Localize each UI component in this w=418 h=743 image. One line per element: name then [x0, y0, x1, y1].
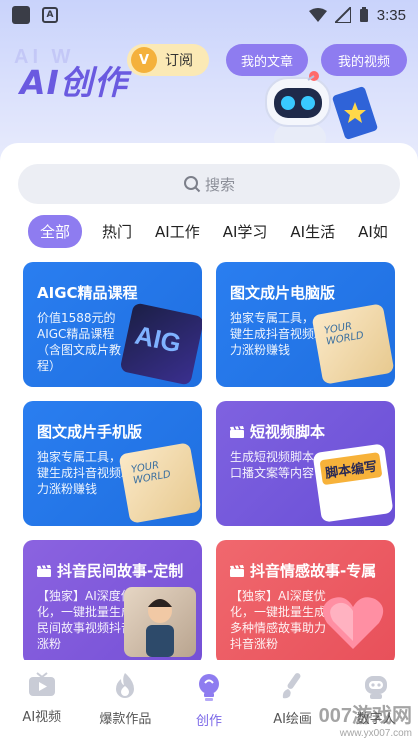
tab-hot[interactable]: 热门	[102, 221, 132, 242]
subscribe-button[interactable]: V 订阅	[127, 44, 209, 76]
nav-item-ai-video[interactable]: AI视频	[0, 660, 84, 743]
nav-label: AI视频	[22, 710, 62, 725]
clapperboard-icon	[230, 565, 244, 577]
clapperboard-icon	[230, 426, 244, 438]
nav-item-hot-works[interactable]: 爆款作品	[84, 660, 168, 743]
card-art-image	[317, 587, 389, 657]
card-title-row: 抖音情感故事-专属	[230, 560, 376, 581]
subscribe-label: 订阅	[165, 53, 193, 69]
signal-icon	[334, 7, 351, 23]
card-title: 图文成片电脑版	[230, 284, 336, 302]
bulb-icon	[198, 674, 219, 701]
app-notification-icon	[12, 6, 30, 24]
card-title-row: 抖音民间故事-定制	[37, 560, 183, 581]
a-notification-icon: A	[42, 7, 58, 23]
card-art-text: 脚本编写	[319, 452, 383, 486]
brush-icon	[282, 673, 301, 699]
card-short-video-script[interactable]: 短视频脚本 生成短视频脚本、口播文案等内容 脚本编写	[216, 401, 395, 526]
watermark-sub: www.yx007.com	[339, 728, 412, 739]
page-title: AI创作	[20, 63, 128, 102]
vip-badge-icon: V	[131, 47, 157, 73]
card-title: AIGC精品课程	[37, 284, 138, 302]
tab-ai-work[interactable]: AI工作	[155, 221, 200, 242]
nav-label: 创作	[195, 714, 222, 729]
card-art-image: YOUR WORLD	[311, 303, 395, 385]
card-emotion-story[interactable]: 抖音情感故事-专属 【独家】AI深度优化，一键批量生成多种情感故事助力抖音涨粉	[216, 540, 395, 665]
category-tabs: 全部 热门 AI工作 AI学习 AI生活 AI如	[28, 213, 418, 249]
tab-all[interactable]: 全部	[28, 214, 83, 248]
clapperboard-icon	[37, 565, 51, 577]
card-art-text: AIG	[132, 319, 184, 359]
card-desc: 【独家】AI深度优化，一键批量生成多种情感故事助力抖音涨粉	[230, 589, 327, 651]
card-folk-story[interactable]: 抖音民间故事-定制 【独家】AI深度优化，一键批量生成民间故事视频抖音涨粉	[23, 540, 202, 665]
flame-icon	[116, 673, 135, 698]
card-title: 抖音民间故事-定制	[57, 562, 184, 580]
tv-icon	[28, 672, 55, 696]
battery-icon	[359, 7, 368, 22]
status-bar: A 3:35	[0, 0, 418, 30]
avatar-icon	[365, 676, 388, 699]
card-art-image: AIG	[119, 302, 202, 386]
search-input[interactable]: 搜索	[18, 164, 400, 204]
card-art-image	[124, 587, 196, 657]
card-title: 图文成片手机版	[37, 423, 143, 441]
site-watermark: 007游戏网 www.yx007.com	[319, 699, 412, 739]
wifi-icon	[308, 8, 327, 22]
card-title: 抖音情感故事-专属	[250, 562, 377, 580]
card-image-to-video-pc[interactable]: 图文成片电脑版 独家专属工具，一键生成抖音视频助力涨粉赚钱 YOUR WORLD	[216, 262, 395, 387]
card-image-to-video-mobile[interactable]: 图文成片手机版 独家专属工具，一键生成抖音视频助力涨粉赚钱 YOUR WORLD	[23, 401, 202, 526]
watermark-main: 007游戏网	[318, 705, 412, 727]
heart-icon	[322, 597, 384, 649]
tab-ai-study[interactable]: AI学习	[223, 221, 268, 242]
search-placeholder: 搜索	[204, 175, 235, 194]
card-desc: 【独家】AI深度优化，一键批量生成民间故事视频抖音涨粉	[37, 589, 134, 651]
card-art-image: YOUR WORLD	[118, 442, 202, 524]
card-art-image: 脚本编写	[312, 443, 394, 523]
card-aigc-course[interactable]: AIGC精品课程 价值1588元的AIGC精品课程（含图文成片教程） AIG	[23, 262, 202, 387]
nav-label: AI绘画	[273, 712, 312, 727]
search-icon	[183, 176, 201, 193]
card-title-row: 短视频脚本	[230, 421, 325, 442]
nav-item-create[interactable]: 创作	[167, 660, 251, 743]
card-title: 短视频脚本	[250, 423, 326, 441]
person-illustration-icon	[146, 599, 174, 657]
status-time: 3:35	[376, 6, 406, 24]
nav-label: 爆款作品	[99, 712, 152, 727]
tab-ai-life[interactable]: AI生活	[290, 221, 335, 242]
tab-ai-more[interactable]: AI如	[358, 221, 388, 242]
